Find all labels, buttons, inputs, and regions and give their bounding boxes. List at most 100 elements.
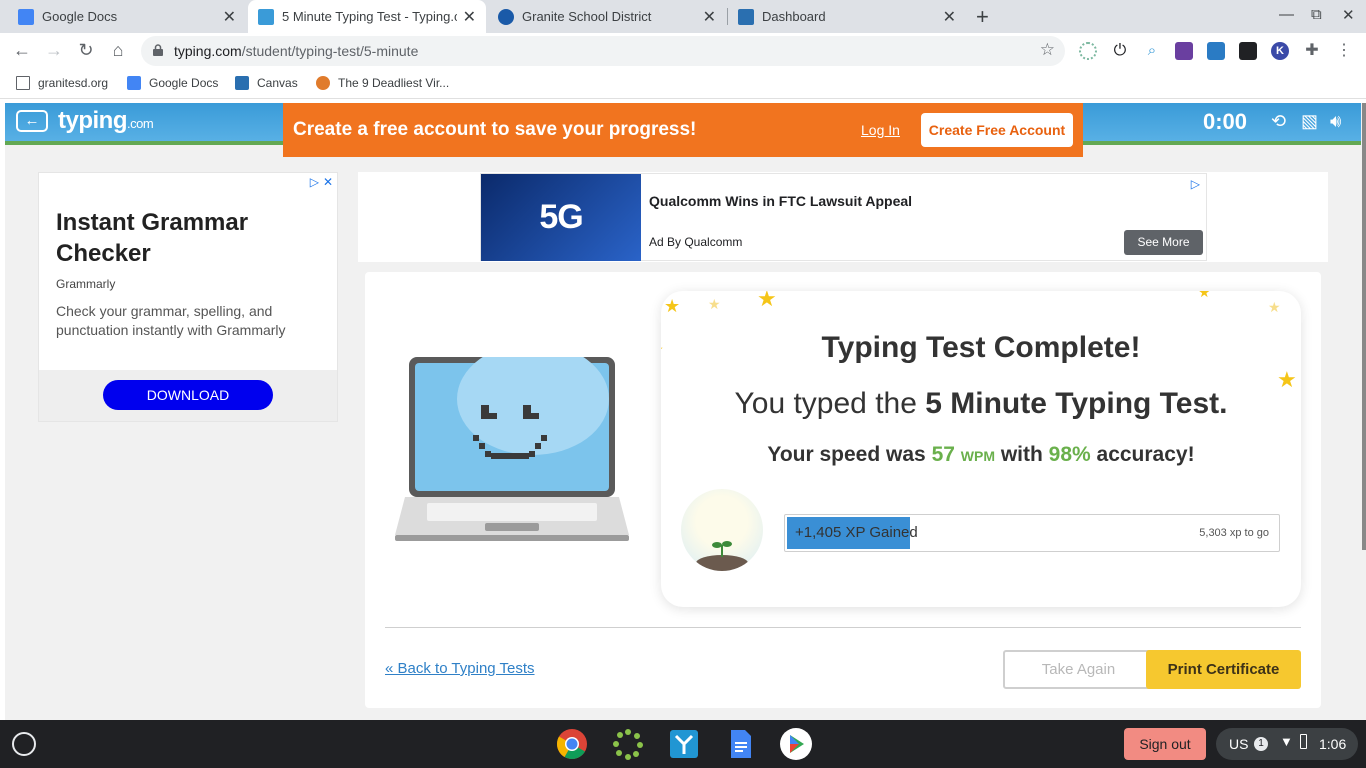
close-ad-icon[interactable]: ✕ xyxy=(323,175,333,189)
canvas-icon xyxy=(235,76,249,90)
bookmarks-bar: granitesd.org Google Docs Canvas The 9 D… xyxy=(0,69,1366,99)
home-icon[interactable]: ⌂ xyxy=(107,40,129,61)
bookmark-label: Google Docs xyxy=(149,76,219,90)
close-icon[interactable]: ✕ xyxy=(943,7,956,27)
tab-dashboard[interactable]: Dashboard ✕ xyxy=(728,0,966,33)
volume-icon[interactable]: 🔊︎ xyxy=(1330,111,1341,132)
extension-loading-icon[interactable] xyxy=(1079,42,1097,60)
forward-icon[interactable]: → xyxy=(43,40,65,61)
bookmark-google-docs[interactable]: Google Docs xyxy=(127,76,218,90)
ad-headline: Instant Grammar Checker xyxy=(56,209,249,267)
wpm-unit: WPM xyxy=(960,448,995,464)
ad-footer: DOWNLOAD xyxy=(39,370,337,421)
bookmark-granitesd[interactable]: granitesd.org xyxy=(16,76,108,90)
tab-title: Dashboard xyxy=(762,9,826,24)
cube-extension-icon[interactable] xyxy=(1175,42,1193,60)
test-timer: 0:00 xyxy=(1203,109,1248,134)
back-icon[interactable]: ← xyxy=(11,40,33,61)
google-docs-icon xyxy=(18,8,34,25)
adchoices-icon[interactable]: ▷ xyxy=(1191,177,1200,191)
download-button[interactable]: DOWNLOAD xyxy=(103,380,273,410)
bookmark-star-icon[interactable]: ☆ xyxy=(1040,40,1055,60)
qualcomm-ad[interactable]: 5G Qualcomm Wins in FTC Lawsuit Appeal A… xyxy=(480,173,1207,261)
reload-icon[interactable]: ↻ xyxy=(75,40,97,61)
tab-granite-school-district[interactable]: Granite School District ✕ xyxy=(488,0,726,33)
sign-out-button[interactable]: Sign out xyxy=(1124,728,1206,760)
broom-icon[interactable]: ⌕ xyxy=(1143,42,1161,60)
see-more-button[interactable]: See More xyxy=(1124,230,1203,255)
chart-settings-icon[interactable]: ▧ xyxy=(1301,111,1318,132)
new-tab-button[interactable]: + xyxy=(976,4,989,30)
banner-text: Create a free account to save your progr… xyxy=(293,119,697,140)
sprout-badge-icon xyxy=(681,489,763,571)
folder-icon xyxy=(16,76,30,90)
bookmark-label: granitesd.org xyxy=(38,76,109,90)
back-to-tests-link[interactable]: « Back to Typing Tests xyxy=(385,660,535,677)
close-window-icon[interactable]: ✕ xyxy=(1342,6,1355,24)
restore-icon[interactable]: ⧉ xyxy=(1311,6,1322,23)
page-content: ← typing.com 0:00 ⟲ ▧ 🔊︎ Create a free a… xyxy=(5,103,1361,720)
signup-banner: Create a free account to save your progr… xyxy=(283,103,1083,157)
accuracy-value: 98% xyxy=(1048,443,1091,466)
divider xyxy=(385,627,1301,628)
tab-typing-test[interactable]: 5 Minute Typing Test - Typing.com ✕ xyxy=(248,0,486,33)
close-icon[interactable]: ✕ xyxy=(223,7,236,27)
tab-title: Google Docs xyxy=(42,9,118,24)
url-text: typing.com/student/typing-test/5-minute xyxy=(174,43,419,59)
top-ad-slot: 5G Qualcomm Wins in FTC Lawsuit Appeal A… xyxy=(358,172,1328,262)
wifi-icon: ▼ xyxy=(1280,734,1293,749)
xp-to-go: 5,303 xp to go xyxy=(1199,527,1269,539)
adchoices-icon[interactable]: ▷ xyxy=(310,175,319,189)
tab-google-docs[interactable]: Google Docs ✕ xyxy=(8,0,246,33)
grammarly-ad[interactable]: ▷ ✕ Instant Grammar Checker Grammarly Ch… xyxy=(38,172,338,422)
dots-app-icon[interactable] xyxy=(612,728,644,760)
keyboard-layout: US xyxy=(1229,736,1249,752)
address-bar[interactable]: typing.com/student/typing-test/5-minute … xyxy=(141,36,1065,66)
create-account-button[interactable]: Create Free Account xyxy=(921,113,1073,147)
svg-text:★: ★ xyxy=(1268,299,1281,315)
notification-count: 1 xyxy=(1254,737,1268,751)
close-icon[interactable]: ✕ xyxy=(463,7,476,27)
close-icon[interactable]: ✕ xyxy=(703,7,716,27)
k-extension-icon[interactable]: K xyxy=(1271,42,1289,60)
granite-icon xyxy=(498,8,514,25)
os-shelf: Sign out US 1 ▼ 1:06 xyxy=(0,720,1366,768)
launcher-icon[interactable] xyxy=(12,732,36,756)
ad-brand: Grammarly xyxy=(56,277,116,291)
figure-app-icon[interactable] xyxy=(668,728,700,760)
laptop-mascot-icon xyxy=(395,357,629,541)
battery-icon xyxy=(1300,734,1307,749)
menu-icon[interactable]: ⋮ xyxy=(1335,42,1353,60)
minimize-icon[interactable]: — xyxy=(1279,6,1294,23)
typing-logo[interactable]: typing.com xyxy=(58,107,154,135)
take-again-button[interactable]: Take Again xyxy=(1003,650,1154,689)
svg-text:★: ★ xyxy=(664,296,680,316)
google-docs-icon[interactable] xyxy=(724,728,756,760)
result-test-name: You typed the 5 Minute Typing Test. xyxy=(734,387,1228,420)
power-icon[interactable]: ⏻ xyxy=(1111,42,1129,60)
xp-gained: +1,405 XP Gained xyxy=(795,524,918,541)
system-tray[interactable]: US 1 ▼ 1:06 xyxy=(1216,728,1358,760)
site-back-button[interactable]: ← xyxy=(16,110,48,132)
puzzle-icon[interactable]: ✚ xyxy=(1303,42,1321,60)
result-card: ★ ★ ★ ★ ★ ★ ★ Typing Test Complete! You … xyxy=(661,291,1301,607)
xp-progress-bar: +1,405 XP Gained 5,303 xp to go xyxy=(784,514,1280,552)
scrollbar-thumb[interactable] xyxy=(1362,103,1366,550)
lock-icon xyxy=(153,44,163,56)
bookmark-deadliest[interactable]: The 9 Deadliest Vir... xyxy=(316,76,449,90)
account-card-icon[interactable] xyxy=(1239,42,1257,60)
svg-text:★: ★ xyxy=(757,291,777,311)
google-docs-icon xyxy=(127,76,141,90)
bookmark-label: Canvas xyxy=(257,76,298,90)
canvas-icon xyxy=(738,8,754,25)
login-link[interactable]: Log In xyxy=(861,122,900,138)
history-icon[interactable]: ⟲ xyxy=(1271,111,1286,132)
typing-com-icon xyxy=(258,8,274,25)
print-certificate-button[interactable]: Print Certificate xyxy=(1146,650,1301,689)
play-store-icon[interactable] xyxy=(780,728,812,760)
chrome-icon[interactable] xyxy=(556,728,588,760)
bookmark-canvas[interactable]: Canvas xyxy=(235,76,298,90)
result-speed: Your speed was 57 WPM with 98% accuracy! xyxy=(767,443,1195,466)
screen-capture-icon[interactable] xyxy=(1207,42,1225,60)
ad-body: Check your grammar, spelling, and punctu… xyxy=(56,303,286,338)
